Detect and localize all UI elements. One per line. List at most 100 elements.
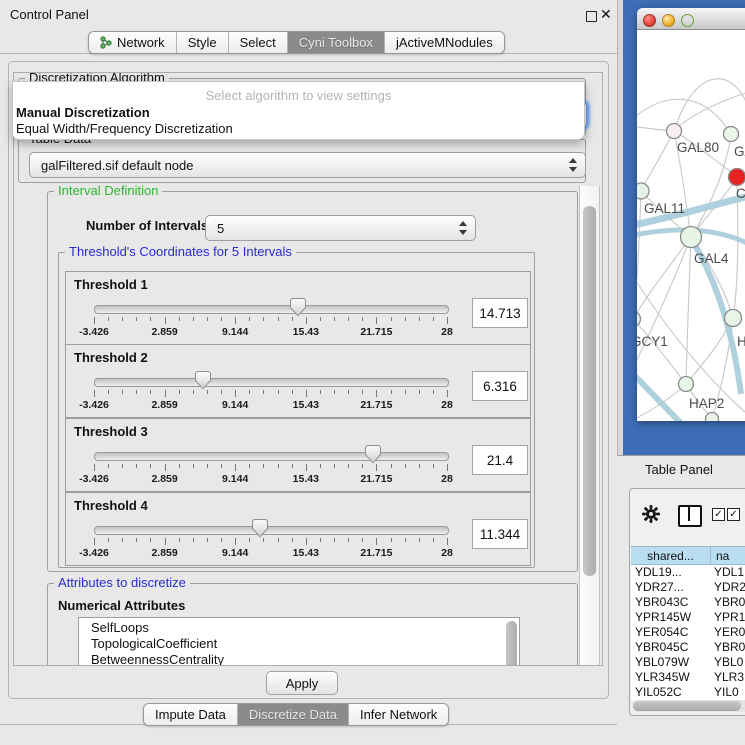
network-window-titlebar[interactable] bbox=[637, 8, 745, 30]
threshold-value-field[interactable]: 6.316 bbox=[472, 371, 528, 401]
tab-cyni-toolbox[interactable]: Cyni Toolbox bbox=[288, 32, 385, 53]
slider-track[interactable] bbox=[94, 305, 449, 314]
table-cell[interactable]: YLR345W bbox=[635, 669, 709, 684]
network-node-gal11[interactable] bbox=[637, 183, 649, 199]
minor-tick bbox=[391, 464, 392, 468]
checkbox-icon[interactable] bbox=[712, 508, 725, 521]
close-icon[interactable]: ✕ bbox=[600, 6, 612, 23]
table-cell[interactable]: YDL1 bbox=[714, 564, 745, 579]
table-cell[interactable]: YPR145W bbox=[635, 609, 709, 624]
tab-select[interactable]: Select bbox=[229, 32, 288, 53]
major-tick bbox=[306, 390, 307, 397]
threshold-label: Threshold 2 bbox=[74, 350, 148, 365]
num-intervals-combo[interactable]: 5 bbox=[205, 215, 476, 241]
network-edge[interactable] bbox=[637, 191, 641, 319]
network-edge[interactable] bbox=[641, 131, 674, 191]
network-edge-thick[interactable] bbox=[637, 368, 713, 421]
checkbox-icon[interactable] bbox=[727, 508, 740, 521]
minor-tick bbox=[249, 538, 250, 542]
slider-thumb[interactable] bbox=[252, 519, 268, 538]
minor-tick bbox=[362, 390, 363, 394]
settings-viewport: Discretization Algorithm Table Data galF… bbox=[13, 72, 603, 666]
h-scrollbar-track[interactable] bbox=[632, 700, 745, 712]
network-node-hap2[interactable] bbox=[679, 377, 694, 392]
tab-jactivemnodules[interactable]: jActiveMNodules bbox=[385, 32, 504, 53]
minor-tick bbox=[136, 317, 137, 321]
bottom-tab-impute-data[interactable]: Impute Data bbox=[144, 704, 238, 725]
tab-label: Network bbox=[117, 35, 165, 50]
bottom-tab-infer-network[interactable]: Infer Network bbox=[349, 704, 448, 725]
tab-style[interactable]: Style bbox=[177, 32, 229, 53]
attribute-item-selfloops[interactable]: SelfLoops bbox=[91, 620, 149, 636]
network-edge[interactable] bbox=[674, 92, 745, 131]
major-tick bbox=[235, 538, 236, 545]
table-cell[interactable]: YDR27... bbox=[635, 579, 709, 594]
minimize-traffic-light[interactable] bbox=[662, 14, 675, 27]
slider-track[interactable] bbox=[94, 526, 449, 535]
tab-network[interactable]: Network bbox=[89, 32, 177, 53]
network-node[interactable] bbox=[706, 413, 719, 422]
minor-tick bbox=[150, 390, 151, 394]
settings-scrollbar-thumb[interactable] bbox=[583, 206, 596, 576]
table-cell[interactable]: YBL0 bbox=[714, 654, 745, 669]
table-cell[interactable]: YIL0 bbox=[714, 684, 745, 699]
threshold-value-field[interactable]: 14.713 bbox=[472, 298, 528, 328]
attribute-item-betweennesscentrality[interactable]: BetweennessCentrality bbox=[91, 652, 224, 666]
network-edge[interactable] bbox=[686, 237, 691, 384]
network-edge[interactable] bbox=[674, 79, 745, 131]
table-cell[interactable]: YLR3 bbox=[714, 669, 745, 684]
close-traffic-light[interactable] bbox=[643, 14, 656, 27]
dropdown-option-manual-discretization[interactable]: Manual Discretization bbox=[16, 105, 576, 121]
column-header-2[interactable]: na bbox=[711, 546, 745, 565]
table-cell[interactable]: YBL079W bbox=[635, 654, 709, 669]
column-header-1[interactable]: shared... bbox=[631, 546, 711, 565]
slider-thumb[interactable] bbox=[290, 298, 306, 317]
network-node-gcy1[interactable] bbox=[637, 312, 641, 327]
network-canvas[interactable]: GAL80GACGAL11GAL4GCY1HHAP2 bbox=[637, 30, 745, 421]
slider-thumb[interactable] bbox=[195, 371, 211, 390]
tick-label: 9.144 bbox=[205, 473, 265, 485]
network-node-c[interactable] bbox=[729, 169, 745, 186]
minor-tick bbox=[433, 390, 434, 394]
table-cell[interactable]: YDR2 bbox=[714, 579, 745, 594]
network-node-gal4[interactable] bbox=[681, 227, 702, 248]
split-view-icon[interactable] bbox=[678, 505, 702, 527]
settings-scrollbar-track[interactable] bbox=[579, 186, 600, 665]
float-window-icon[interactable] bbox=[586, 11, 597, 22]
threshold-value-field[interactable]: 21.4 bbox=[472, 445, 528, 475]
table-cell[interactable]: YBR0 bbox=[714, 594, 745, 609]
slider-thumb[interactable] bbox=[365, 445, 381, 464]
list-scrollbar-thumb[interactable] bbox=[506, 621, 517, 666]
table-cell[interactable]: YER0 bbox=[714, 624, 745, 639]
table-cell[interactable]: YER054C bbox=[635, 624, 709, 639]
network-node-h[interactable] bbox=[725, 310, 742, 327]
slider-track[interactable] bbox=[94, 452, 449, 461]
network-node-ga[interactable] bbox=[724, 127, 739, 142]
table-cell[interactable]: YBR0 bbox=[714, 639, 745, 654]
table-cell[interactable]: YPR1 bbox=[714, 609, 745, 624]
table-data-combo-value: galFiltered.sif default node bbox=[41, 158, 193, 173]
zoom-traffic-light[interactable] bbox=[681, 14, 694, 27]
threshold-value-field[interactable]: 11.344 bbox=[472, 519, 528, 549]
bottom-tab-discretize-data[interactable]: Discretize Data bbox=[238, 704, 349, 725]
minor-tick bbox=[391, 390, 392, 394]
attribute-item-topologicalcoefficient[interactable]: TopologicalCoefficient bbox=[91, 636, 217, 652]
major-tick bbox=[306, 464, 307, 471]
network-edge[interactable] bbox=[637, 319, 686, 384]
minor-tick bbox=[207, 317, 208, 321]
gear-icon[interactable] bbox=[642, 505, 660, 523]
minor-tick bbox=[249, 390, 250, 394]
network-edge[interactable] bbox=[637, 237, 691, 319]
network-node-gal80[interactable] bbox=[667, 124, 682, 139]
h-scrollbar-thumb[interactable] bbox=[633, 701, 741, 711]
apply-button[interactable]: Apply bbox=[266, 671, 338, 695]
table-cell[interactable]: YDL19... bbox=[635, 564, 709, 579]
table-cell[interactable]: YIL052C bbox=[635, 684, 709, 699]
table-data-combo[interactable]: galFiltered.sif default node bbox=[29, 152, 586, 178]
slider-track[interactable] bbox=[94, 378, 449, 387]
minor-tick bbox=[391, 317, 392, 321]
dropdown-option-equal-width-frequency-discretization[interactable]: Equal Width/Frequency Discretization bbox=[16, 121, 576, 137]
attributes-list[interactable]: SelfLoopsTopologicalCoefficientBetweenne… bbox=[78, 617, 520, 666]
table-cell[interactable]: YBR045C bbox=[635, 639, 709, 654]
table-cell[interactable]: YBR043C bbox=[635, 594, 709, 609]
